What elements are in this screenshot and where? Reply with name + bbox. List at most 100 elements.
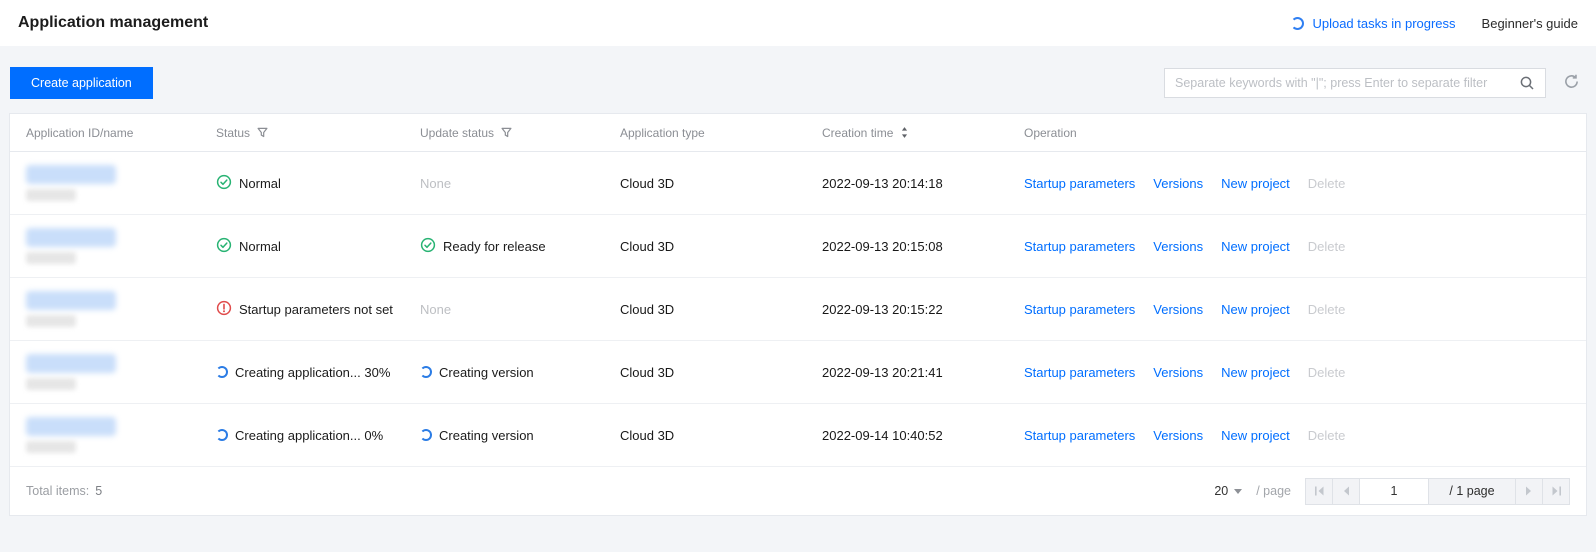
total-items: Total items: 5 [26,484,102,498]
column-operation: Operation [1024,125,1077,140]
startup-parameters-link[interactable]: Startup parameters [1024,239,1135,254]
new-project-link[interactable]: New project [1221,176,1290,191]
search-box [1164,68,1546,98]
table-row: Normal Ready for release Cloud 3D 2022-0… [10,215,1586,278]
application-id-blurred[interactable] [26,165,116,184]
application-type: Cloud 3D [620,364,675,380]
top-bar: Application management Upload tasks in p… [0,0,1596,46]
column-id-name: Application ID/name [26,125,134,140]
update-status-text: None [420,175,452,191]
versions-link[interactable]: Versions [1153,428,1203,443]
startup-parameters-link[interactable]: Startup parameters [1024,176,1135,191]
create-application-button[interactable]: Create application [10,67,153,99]
startup-parameters-link[interactable]: Startup parameters [1024,302,1135,317]
operations: Startup parameters Versions New project … [1008,404,1586,466]
delete-link: Delete [1307,238,1346,254]
next-page-icon [1525,484,1533,499]
new-project-link[interactable]: New project [1221,428,1290,443]
table-row: Creating application... 30% Creating ver… [10,341,1586,404]
application-name-blurred [26,252,76,264]
last-page-button[interactable] [1542,477,1570,505]
application-id-blurred[interactable] [26,291,116,310]
status-filter-icon[interactable] [257,127,268,138]
operations: Startup parameters Versions New project … [1008,215,1586,277]
application-id-blurred[interactable] [26,417,116,436]
page-size-select[interactable]: 20 [1214,484,1243,498]
application-id-blurred[interactable] [26,354,116,373]
table-row: Startup parameters not set None Cloud 3D… [10,278,1586,341]
column-status: Status [200,114,404,151]
delete-link: Delete [1307,364,1346,380]
per-page-label: / page [1256,484,1291,498]
loading-spinner-icon [216,429,228,441]
upload-tasks-label: Upload tasks in progress [1312,15,1456,31]
startup-parameters-link[interactable]: Startup parameters [1024,365,1135,380]
pagination: 20 / page 1 / 1 page [1214,477,1570,505]
page-total-label: / 1 page [1428,477,1516,505]
refresh-button[interactable] [1556,68,1586,98]
operations: Startup parameters Versions New project … [1008,152,1586,214]
chevron-down-icon [1234,488,1243,494]
success-icon [216,174,232,193]
loading-spinner-icon [420,429,432,441]
application-name-blurred [26,189,76,201]
table-row: Creating application... 0% Creating vers… [10,404,1586,467]
versions-link[interactable]: Versions [1153,176,1203,191]
delete-link: Delete [1307,175,1346,191]
upload-tasks-link[interactable]: Upload tasks in progress [1291,15,1456,31]
success-icon [216,237,232,256]
prev-page-button[interactable] [1332,477,1360,505]
application-table: Application ID/name Status Update status… [9,113,1587,516]
beginners-guide-link[interactable]: Beginner's guide [1482,16,1578,31]
application-type: Cloud 3D [620,175,675,191]
startup-parameters-link[interactable]: Startup parameters [1024,428,1135,443]
application-name-blurred [26,315,76,327]
application-id-blurred[interactable] [26,228,116,247]
top-bar-actions: Upload tasks in progress Beginner's guid… [1291,16,1578,31]
versions-link[interactable]: Versions [1153,302,1203,317]
status-text: Creating application... 0% [235,427,384,443]
creation-time: 2022-09-13 20:15:08 [822,238,943,254]
operations: Startup parameters Versions New project … [1008,278,1586,340]
table-row: Normal None Cloud 3D 2022-09-13 20:14:18… [10,152,1586,215]
application-type: Cloud 3D [620,427,675,443]
application-name-blurred [26,378,76,390]
update-status-text: Creating version [439,427,534,443]
column-creation-time: Creation time [806,114,1008,151]
new-project-link[interactable]: New project [1221,302,1290,317]
status-text: Startup parameters not set [239,301,393,317]
delete-link: Delete [1307,301,1346,317]
search-button[interactable] [1515,72,1539,96]
refresh-icon [1563,73,1580,93]
current-page-input[interactable]: 1 [1359,477,1429,505]
versions-link[interactable]: Versions [1153,365,1203,380]
search-icon [1519,75,1535,94]
application-name-blurred [26,441,76,453]
operations: Startup parameters Versions New project … [1008,341,1586,403]
first-page-button[interactable] [1305,477,1333,505]
update-status-filter-icon[interactable] [501,127,512,138]
creation-time: 2022-09-13 20:15:22 [822,301,943,317]
page-size-value: 20 [1214,484,1229,498]
page-title: Application management [18,14,209,31]
loading-spinner-icon [216,366,228,378]
total-items-label: Total items: [26,484,90,498]
sort-icon[interactable] [900,126,909,139]
search-input[interactable] [1165,69,1545,97]
new-project-link[interactable]: New project [1221,365,1290,380]
application-type: Cloud 3D [620,238,675,254]
application-type: Cloud 3D [620,301,675,317]
next-page-button[interactable] [1515,477,1543,505]
creation-time: 2022-09-13 20:14:18 [822,175,943,191]
new-project-link[interactable]: New project [1221,239,1290,254]
update-status-text: Ready for release [443,238,546,254]
creation-time: 2022-09-13 20:21:41 [822,364,943,380]
versions-link[interactable]: Versions [1153,239,1203,254]
column-update-status: Update status [404,114,604,151]
loading-spinner-icon [1291,16,1305,30]
toolbar-right [1164,68,1586,98]
page-buttons: 1 / 1 page [1305,477,1570,505]
update-status-text: Creating version [439,364,534,380]
status-text: Normal [239,175,281,191]
toolbar: Create application [0,46,1596,113]
